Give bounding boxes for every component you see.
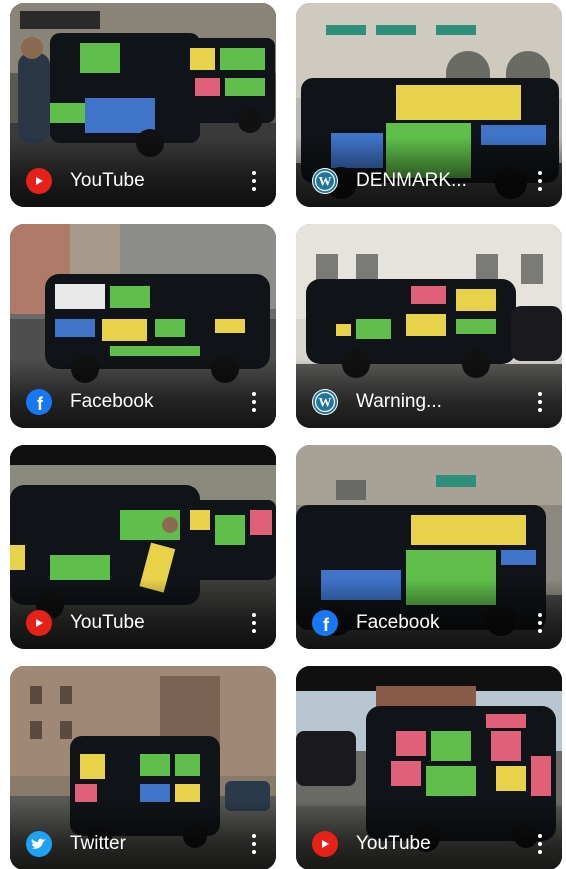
image-result-card[interactable]: YouTube: [10, 445, 276, 649]
more-options-icon[interactable]: [244, 166, 264, 196]
svg-text:W: W: [319, 174, 332, 189]
more-options-icon[interactable]: [530, 166, 550, 196]
youtube-icon: [26, 168, 52, 194]
facebook-icon: f: [26, 389, 52, 415]
image-results-grid: YouTube W DENMARK... f Facebook W Warnin…: [0, 0, 566, 869]
svg-text:f: f: [37, 394, 44, 414]
twitter-icon: [26, 831, 52, 857]
more-options-icon[interactable]: [530, 608, 550, 638]
source-label: Facebook: [356, 612, 440, 633]
source-label: DENMARK...: [356, 170, 467, 191]
source-label: YouTube: [356, 833, 431, 854]
facebook-icon: f: [312, 610, 338, 636]
result-footer: YouTube: [296, 818, 562, 869]
svg-text:f: f: [323, 615, 330, 635]
source-label: Facebook: [70, 391, 154, 412]
youtube-icon: [312, 831, 338, 857]
source-label: YouTube: [70, 170, 145, 191]
more-options-icon[interactable]: [244, 608, 264, 638]
youtube-icon: [26, 610, 52, 636]
result-footer: YouTube: [10, 155, 276, 207]
result-footer: Twitter: [10, 818, 276, 869]
image-result-card[interactable]: Twitter: [10, 666, 276, 869]
result-footer: W Warning...: [296, 376, 562, 428]
image-result-card[interactable]: YouTube: [10, 3, 276, 207]
more-options-icon[interactable]: [530, 387, 550, 417]
result-footer: f Facebook: [296, 597, 562, 649]
svg-text:W: W: [319, 395, 332, 410]
image-result-card[interactable]: f Facebook: [296, 445, 562, 649]
source-label: Warning...: [356, 391, 442, 412]
wordpress-icon: W: [312, 168, 338, 194]
image-result-card[interactable]: YouTube: [296, 666, 562, 869]
more-options-icon[interactable]: [244, 387, 264, 417]
wordpress-icon: W: [312, 389, 338, 415]
source-label: YouTube: [70, 612, 145, 633]
result-footer: f Facebook: [10, 376, 276, 428]
source-label: Twitter: [70, 833, 126, 854]
image-result-card[interactable]: W DENMARK...: [296, 3, 562, 207]
result-footer: W DENMARK...: [296, 155, 562, 207]
image-result-card[interactable]: f Facebook: [10, 224, 276, 428]
more-options-icon[interactable]: [244, 829, 264, 859]
more-options-icon[interactable]: [530, 829, 550, 859]
result-footer: YouTube: [10, 597, 276, 649]
image-result-card[interactable]: W Warning...: [296, 224, 562, 428]
